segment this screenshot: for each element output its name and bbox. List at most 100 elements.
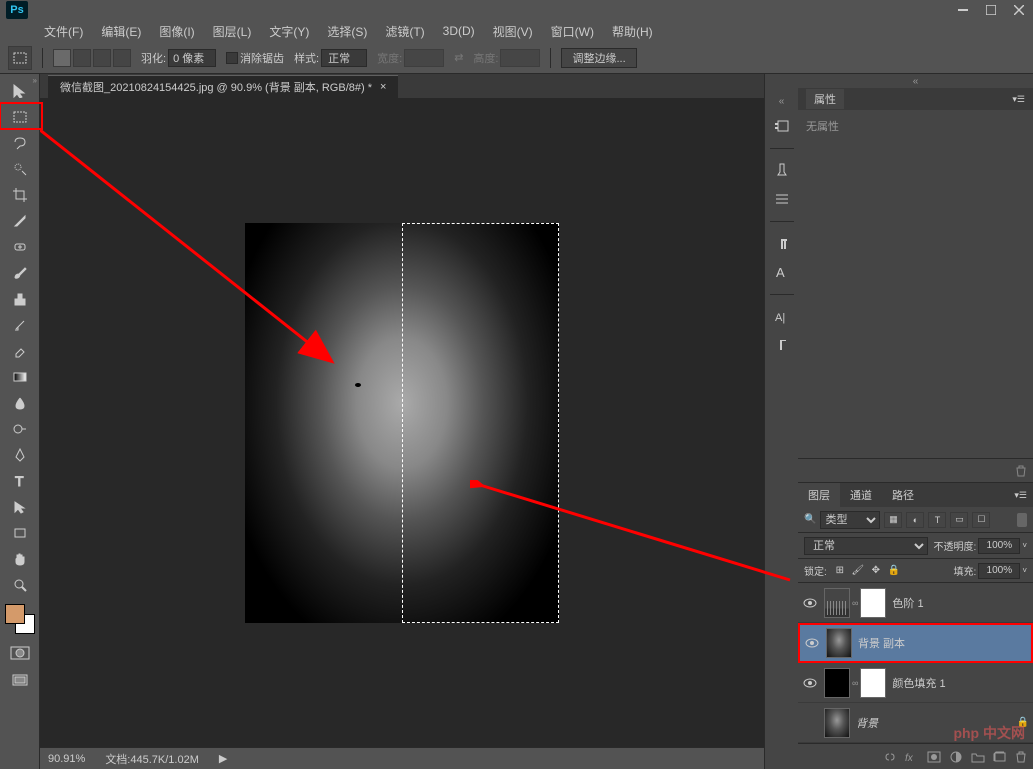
crop-tool[interactable] [7, 182, 33, 208]
filter-adjust-icon[interactable]: ◐ [906, 512, 924, 528]
menu-view[interactable]: 视图(V) [485, 21, 541, 42]
layer-thumb[interactable] [826, 628, 852, 658]
zoom-tool[interactable] [7, 572, 33, 598]
selection-new[interactable] [53, 49, 71, 67]
filter-type-icon[interactable]: T [928, 512, 946, 528]
layer-item-levels[interactable]: ∞ 色阶 1 [798, 583, 1033, 623]
channels-tab[interactable]: 通道 [840, 483, 882, 507]
mask-link-icon[interactable]: ∞ [852, 678, 858, 688]
history-brush-tool[interactable] [7, 312, 33, 338]
hand-tool[interactable] [7, 546, 33, 572]
menu-help[interactable]: 帮助(H) [604, 21, 661, 42]
layer-fx-icon[interactable]: fx [905, 751, 919, 763]
zoom-value[interactable]: 90.91% [48, 753, 85, 765]
layers-tab[interactable]: 图层 [798, 483, 840, 507]
filter-smart-icon[interactable]: ☐ [972, 512, 990, 528]
statusbar-arrow-icon[interactable]: ▶ [219, 752, 227, 765]
menu-type[interactable]: 文字(Y) [261, 21, 317, 42]
lasso-tool[interactable] [7, 130, 33, 156]
style-select[interactable]: 正常 [321, 49, 367, 67]
tool-preset-icon[interactable] [8, 46, 32, 70]
dodge-tool[interactable] [7, 416, 33, 442]
filter-toggle[interactable] [1017, 513, 1027, 527]
menu-layer[interactable]: 图层(L) [205, 21, 260, 42]
layer-group-icon[interactable] [971, 751, 985, 763]
stamp-tool[interactable] [7, 286, 33, 312]
strip-collapse-icon[interactable]: « [779, 94, 785, 108]
adjustment-layer-icon[interactable] [949, 751, 963, 763]
panel-collapse-icon[interactable]: « [798, 74, 1033, 88]
properties-tab[interactable]: 属性 [806, 89, 844, 109]
menu-file[interactable]: 文件(F) [36, 21, 91, 42]
filter-type-select[interactable]: 类型 [820, 511, 880, 529]
fill-input[interactable] [978, 563, 1020, 579]
brush-tool[interactable] [7, 260, 33, 286]
close-button[interactable] [1005, 1, 1033, 19]
type-tool[interactable]: T [7, 468, 33, 494]
color-swatches[interactable] [5, 604, 35, 634]
paths-tab[interactable]: 路径 [882, 483, 924, 507]
blend-mode-select[interactable]: 正常 [804, 537, 928, 555]
feather-input[interactable] [168, 49, 216, 67]
eraser-tool[interactable] [7, 338, 33, 364]
fill-dropdown-icon[interactable]: ˅ [1022, 566, 1027, 575]
layer-item-bgcopy[interactable]: 背景 副本 [798, 623, 1033, 663]
layer-visibility-icon[interactable] [802, 598, 818, 608]
path-select-tool[interactable] [7, 494, 33, 520]
gradient-tool[interactable] [7, 364, 33, 390]
eyedropper-tool[interactable] [7, 208, 33, 234]
opacity-input[interactable] [978, 538, 1020, 554]
layer-thumb[interactable] [824, 588, 850, 618]
filter-search-icon[interactable]: 🔍 [804, 514, 816, 525]
layer-mask-thumb[interactable] [860, 588, 886, 618]
new-layer-icon[interactable] [993, 751, 1007, 763]
quick-select-tool[interactable] [7, 156, 33, 182]
quickmask-toggle[interactable] [7, 640, 33, 666]
selection-subtract[interactable] [93, 49, 111, 67]
blur-tool[interactable] [7, 390, 33, 416]
history-panel-icon[interactable] [771, 116, 793, 136]
layers-menu-icon[interactable]: ▾☰ [1014, 490, 1033, 501]
brush-panel-icon[interactable] [771, 161, 793, 181]
filter-shape-icon[interactable]: ▭ [950, 512, 968, 528]
char-styles-icon[interactable]: A| [771, 307, 793, 327]
layer-visibility-icon[interactable] [802, 678, 818, 688]
lock-position-icon[interactable]: ✥ [869, 564, 883, 578]
layer-mask-thumb[interactable] [860, 668, 886, 698]
healing-brush-tool[interactable] [7, 234, 33, 260]
layer-name[interactable]: 色阶 1 [892, 595, 1029, 611]
minimize-button[interactable] [949, 1, 977, 19]
menu-image[interactable]: 图像(I) [151, 21, 202, 42]
menu-edit[interactable]: 编辑(E) [93, 21, 149, 42]
layer-thumb[interactable] [824, 708, 850, 738]
lock-all-icon[interactable]: 🔒 [887, 564, 901, 578]
lock-pixels-icon[interactable]: 🖌 [851, 564, 865, 578]
maximize-button[interactable] [977, 1, 1005, 19]
layer-mask-icon[interactable] [927, 751, 941, 763]
character-panel-icon[interactable]: A [771, 262, 793, 282]
menu-3d[interactable]: 3D(D) [435, 22, 483, 40]
selection-intersect[interactable] [113, 49, 131, 67]
trash-icon[interactable] [1015, 465, 1027, 477]
opacity-dropdown-icon[interactable]: ˅ [1022, 541, 1027, 550]
marquee-tool[interactable] [7, 104, 33, 130]
antialias-checkbox[interactable] [226, 52, 238, 64]
refine-edge-button[interactable]: 调整边缘... [561, 48, 636, 68]
layer-name[interactable]: 颜色填充 1 [892, 675, 1029, 691]
panel-menu-icon[interactable]: ▾☰ [1012, 94, 1025, 105]
shape-tool[interactable] [7, 520, 33, 546]
link-layers-icon[interactable] [883, 751, 897, 763]
para-styles-icon[interactable] [771, 335, 793, 355]
layer-thumb[interactable] [824, 668, 850, 698]
layer-visibility-icon[interactable] [804, 638, 820, 648]
pen-tool[interactable] [7, 442, 33, 468]
document-tab[interactable]: 微信截图_20210824154425.jpg @ 90.9% (背景 副本, … [48, 75, 398, 98]
mask-link-icon[interactable]: ∞ [852, 598, 858, 608]
toolbar-expand-icon[interactable]: » [33, 76, 37, 85]
menu-window[interactable]: 窗口(W) [543, 21, 602, 42]
canvas[interactable] [40, 98, 764, 747]
brush-preset-icon[interactable] [771, 189, 793, 209]
delete-layer-icon[interactable] [1015, 751, 1027, 763]
layer-item-colorfill[interactable]: ∞ 颜色填充 1 [798, 663, 1033, 703]
foreground-color[interactable] [5, 604, 25, 624]
